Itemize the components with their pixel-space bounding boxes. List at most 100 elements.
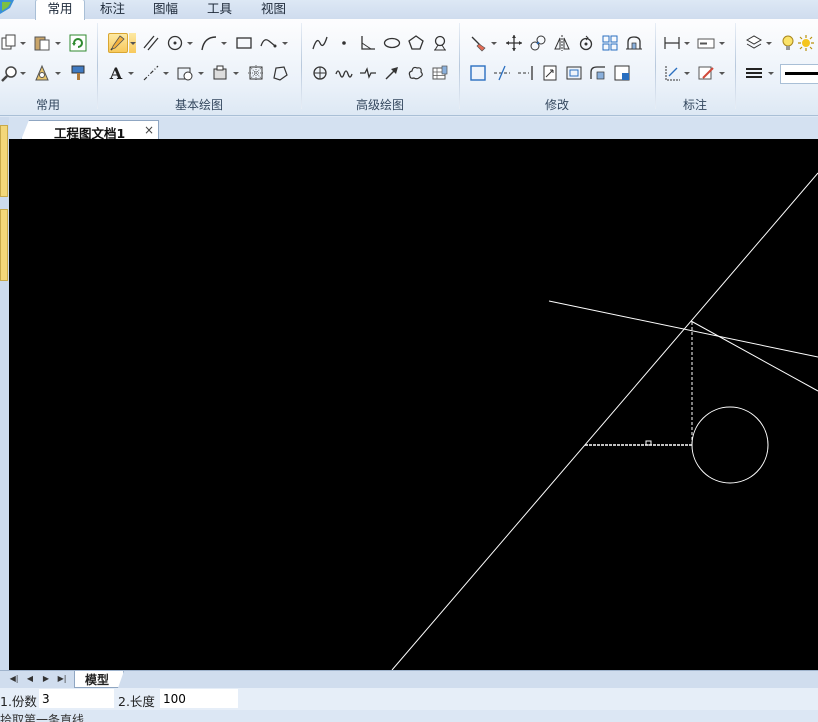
ribbon-group-common: 常用: [0, 19, 96, 115]
wave-line-icon[interactable]: [334, 63, 354, 83]
circle-tool-dropdown[interactable]: [186, 33, 193, 53]
spline-tool-dropdown[interactable]: [281, 33, 288, 53]
spline-tool-icon[interactable]: [258, 33, 278, 53]
app-logo-icon[interactable]: [0, 0, 14, 14]
layer-icon[interactable]: [744, 33, 764, 53]
fillet-icon[interactable]: [588, 63, 608, 83]
break-line-icon[interactable]: [358, 63, 378, 83]
document-tab[interactable]: 工程图文档1 ×: [21, 120, 159, 140]
ellipse-tool-icon[interactable]: [382, 33, 402, 53]
count-input[interactable]: [39, 689, 114, 708]
edit-dimension-dropdown[interactable]: [718, 63, 725, 83]
menu-tab-annotate[interactable]: 标注: [100, 0, 125, 19]
line-width-icon[interactable]: [744, 63, 764, 83]
copy-icon[interactable]: [0, 33, 20, 53]
point-tool-icon[interactable]: [334, 33, 354, 53]
coordinate-dimension-dropdown[interactable]: [683, 63, 690, 83]
copy-objects-icon[interactable]: [528, 33, 548, 53]
match-properties-dropdown[interactable]: [54, 63, 61, 83]
ribbon-group-basic-draw: A 基本绘图: [98, 19, 300, 115]
paste-dropdown[interactable]: [54, 33, 61, 53]
eraser-dropdown[interactable]: [490, 33, 497, 53]
sun-icon[interactable]: [796, 33, 816, 53]
drawing-canvas[interactable]: [9, 139, 818, 670]
arc-tool-dropdown[interactable]: [220, 33, 227, 53]
curve-tool-icon[interactable]: [310, 33, 330, 53]
hatch-tool-icon[interactable]: [175, 63, 195, 83]
entity-steep-line[interactable]: [690, 320, 818, 392]
model-tab[interactable]: 模型: [74, 671, 124, 688]
match-properties-icon[interactable]: [32, 63, 52, 83]
edit-dimension-icon[interactable]: [696, 63, 716, 83]
paste-icon[interactable]: [32, 33, 52, 53]
arc-tool-icon[interactable]: [199, 33, 219, 53]
block-tool-dropdown[interactable]: [232, 63, 239, 83]
hatch-tool-dropdown[interactable]: [197, 63, 204, 83]
wheel-tool-icon[interactable]: [430, 33, 450, 53]
copy-dropdown[interactable]: [19, 33, 26, 53]
coordinate-dimension-icon[interactable]: [662, 63, 682, 83]
grid-pattern-icon[interactable]: [246, 63, 266, 83]
line-style-selector[interactable]: [780, 64, 818, 84]
arrow-tool-icon[interactable]: [382, 63, 402, 83]
menu-tab-tools[interactable]: 工具: [207, 0, 232, 19]
dimension-tool-icon[interactable]: [662, 33, 682, 53]
menu-tab-drawing-frame[interactable]: 图幅: [153, 0, 178, 19]
side-panel-tab[interactable]: [0, 125, 8, 197]
refresh-icon[interactable]: [68, 33, 88, 53]
ribbon-group-label: 基本绘图: [174, 98, 223, 112]
length-input[interactable]: [160, 689, 238, 708]
extend-icon[interactable]: [516, 63, 536, 83]
layer-dropdown[interactable]: [765, 33, 772, 53]
zoom-icon[interactable]: [0, 63, 20, 83]
offset-icon[interactable]: [564, 63, 584, 83]
rectangle-tool-icon[interactable]: [234, 33, 254, 53]
text-tool-dropdown[interactable]: [127, 63, 134, 83]
table-tool-icon[interactable]: [430, 63, 450, 83]
zoom-dropdown[interactable]: [19, 63, 26, 83]
angle-line-icon[interactable]: [358, 33, 378, 53]
side-panel-tab[interactable]: [0, 209, 8, 281]
revision-cloud-icon[interactable]: [406, 63, 426, 83]
centerline-tool-dropdown[interactable]: [162, 63, 169, 83]
dimension-dropdown[interactable]: [683, 33, 690, 53]
line-tool-dropdown[interactable]: [129, 33, 136, 53]
parallel-line-icon[interactable]: [141, 33, 161, 53]
text-annotation-dropdown[interactable]: [718, 33, 725, 53]
circle-tool-icon[interactable]: [165, 33, 185, 53]
block-tool-icon[interactable]: [210, 63, 230, 83]
region-tool-icon[interactable]: [270, 63, 290, 83]
format-painter-icon[interactable]: [68, 63, 88, 83]
polygon-tool-icon[interactable]: [406, 33, 426, 53]
next-layout-icon[interactable]: ▶: [40, 673, 52, 685]
text-tool-icon[interactable]: A: [106, 63, 126, 83]
line-width-dropdown[interactable]: [767, 63, 774, 83]
array-icon[interactable]: [600, 33, 620, 53]
entity-shallow-line[interactable]: [548, 300, 818, 358]
lightbulb-icon[interactable]: [778, 33, 798, 53]
scale-icon[interactable]: [540, 63, 560, 83]
prev-layout-icon[interactable]: ◀: [24, 673, 36, 685]
last-layout-icon[interactable]: ▶|: [56, 673, 68, 685]
entity-circle[interactable]: [691, 406, 769, 484]
trim-icon[interactable]: [492, 63, 512, 83]
gear-tool-icon[interactable]: [310, 63, 330, 83]
explode-icon[interactable]: [612, 63, 632, 83]
menu-tab-view[interactable]: 视图: [261, 0, 286, 19]
stretch-icon[interactable]: [624, 33, 644, 53]
move-icon[interactable]: [504, 33, 524, 53]
first-layout-icon[interactable]: ◀|: [8, 673, 20, 685]
centerline-tool-icon[interactable]: [141, 63, 161, 83]
rotate-icon[interactable]: [576, 33, 596, 53]
status-prompt: 拾取第一条直线: [0, 713, 85, 722]
mirror-icon[interactable]: [552, 33, 572, 53]
line-style-preview: [785, 72, 818, 75]
close-icon[interactable]: ×: [144, 123, 154, 137]
ribbon-group-dimension: 标注: [656, 19, 734, 115]
line-tool-icon[interactable]: [108, 33, 128, 53]
eraser-icon[interactable]: [468, 33, 488, 53]
text-annotation-icon[interactable]: [696, 33, 716, 53]
entity-diagonal-line[interactable]: [391, 172, 818, 670]
select-window-icon[interactable]: [468, 63, 488, 83]
menu-tab-common[interactable]: 常用: [35, 0, 85, 20]
